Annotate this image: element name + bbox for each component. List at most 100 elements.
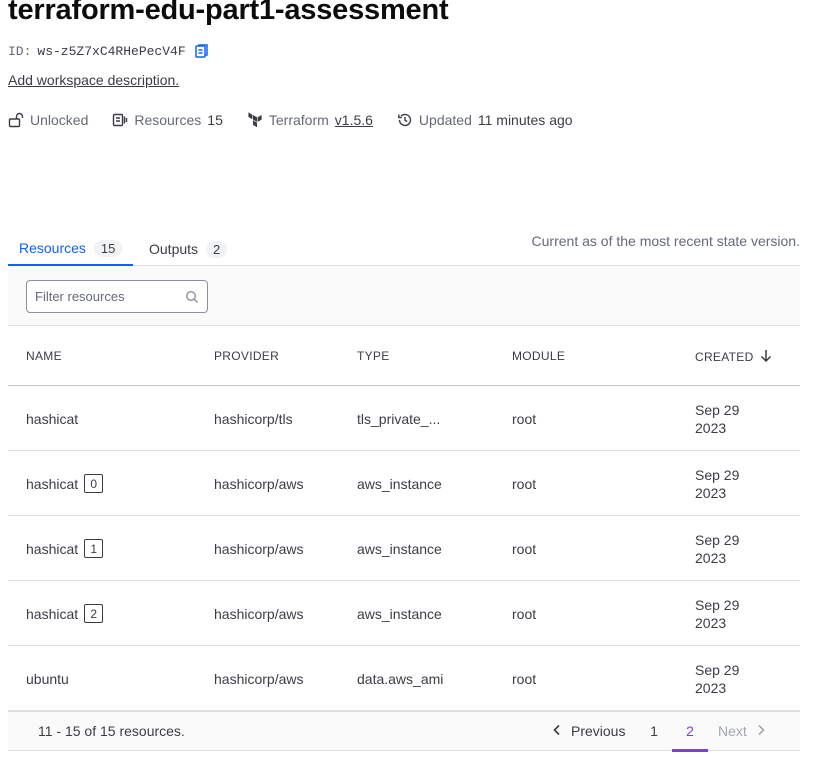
- tab-outputs[interactable]: Outputs 2: [138, 232, 238, 266]
- lock-status: Unlocked: [8, 112, 88, 128]
- pagination-summary: 11 - 15 of 15 resources.: [38, 723, 185, 739]
- tab-outputs-count: 2: [206, 240, 228, 258]
- resource-provider: hashicorp/aws: [214, 605, 304, 622]
- resource-created: Sep 29 2023: [695, 386, 755, 451]
- created-year: 2023: [695, 419, 727, 436]
- table-header: NAME PROVIDER TYPE MODULE CREATED: [8, 326, 800, 386]
- tab-resources-count: 15: [93, 239, 123, 257]
- page-2-button[interactable]: 2: [672, 723, 708, 752]
- column-header-created[interactable]: CREATED: [695, 349, 772, 365]
- resources-count-value: 15: [207, 112, 223, 128]
- updated-label: Updated: [418, 112, 472, 128]
- tab-resources[interactable]: Resources 15: [8, 232, 134, 267]
- previous-page-button[interactable]: Previous: [551, 723, 625, 739]
- resource-module: root: [512, 540, 537, 557]
- next-page-button[interactable]: Next: [718, 723, 767, 739]
- resource-name-cell: hashicat 0: [26, 451, 104, 516]
- chevron-left-icon: [551, 723, 563, 739]
- created-date: Sep 29: [695, 661, 740, 678]
- resource-type: aws_instance: [357, 605, 442, 622]
- resource-created: Sep 29 2023: [695, 646, 755, 711]
- column-header-provider[interactable]: PROVIDER: [214, 349, 279, 363]
- created-date: Sep 29: [695, 466, 740, 483]
- copy-icon[interactable]: [194, 43, 210, 59]
- created-year: 2023: [695, 549, 727, 566]
- search-icon: [185, 290, 199, 304]
- column-header-created-label: CREATED: [695, 350, 754, 364]
- tab-resources-label: Resources: [19, 240, 86, 256]
- resource-index-badge: 0: [84, 474, 104, 493]
- resources-label: Resources: [134, 112, 202, 128]
- resource-module: root: [512, 410, 537, 427]
- table-row[interactable]: hashicat 1 hashicorp/aws aws_instance ro…: [8, 516, 800, 581]
- resource-name: hashicat: [26, 605, 79, 622]
- tab-outputs-label: Outputs: [149, 241, 199, 257]
- resource-provider: hashicorp/aws: [214, 475, 304, 492]
- resource-module: root: [512, 605, 537, 622]
- resources-icon: [112, 112, 128, 128]
- page-1-button[interactable]: 1: [636, 723, 672, 739]
- resource-created: Sep 29 2023: [695, 451, 755, 516]
- created-date: Sep 29: [695, 531, 740, 548]
- resource-created: Sep 29 2023: [695, 516, 755, 581]
- created-date: Sep 29: [695, 596, 740, 613]
- add-description-link[interactable]: Add workspace description.: [8, 72, 179, 88]
- column-header-name[interactable]: NAME: [26, 349, 62, 363]
- resource-name-cell: ubuntu: [26, 646, 69, 711]
- resource-module: root: [512, 475, 537, 492]
- resource-name: hashicat: [26, 410, 79, 427]
- resource-index-badge: 2: [84, 604, 104, 623]
- workspace-id-value: ws-z5Z7xC4RHePecV4F: [37, 43, 186, 59]
- updated-time: Updated 11 minutes ago: [397, 112, 573, 128]
- state-version-note: Current as of the most recent state vers…: [531, 233, 800, 249]
- resource-name: hashicat: [26, 540, 79, 557]
- resource-type: aws_instance: [357, 540, 442, 557]
- terraform-version-link[interactable]: v1.5.6: [335, 112, 373, 128]
- filter-input-wrapper: [26, 280, 208, 313]
- resource-provider: hashicorp/aws: [214, 670, 304, 687]
- unlock-icon: [8, 112, 24, 128]
- next-page-label: Next: [718, 723, 747, 739]
- resource-type: aws_instance: [357, 475, 442, 492]
- resource-provider: hashicorp/aws: [214, 540, 304, 557]
- resource-type: data.aws_ami: [357, 670, 444, 687]
- column-header-module[interactable]: MODULE: [512, 349, 565, 363]
- arrow-down-icon: [760, 349, 772, 365]
- table-row[interactable]: ubuntu hashicorp/aws data.aws_ami root S…: [8, 646, 800, 711]
- pagination-bar: 11 - 15 of 15 resources. Previous 1 2 Ne…: [8, 711, 800, 752]
- table-row[interactable]: hashicat hashicorp/tls tls_private_... r…: [8, 386, 800, 451]
- history-icon: [397, 112, 413, 128]
- created-year: 2023: [695, 679, 727, 696]
- workspace-meta-row: Unlocked Resources 15 Terraform v1.5.6 U…: [8, 112, 597, 128]
- created-year: 2023: [695, 484, 727, 501]
- resource-module: root: [512, 670, 537, 687]
- terraform-version: Terraform v1.5.6: [247, 112, 373, 128]
- filter-resources-input[interactable]: [27, 281, 207, 312]
- previous-page-label: Previous: [571, 723, 626, 739]
- created-year: 2023: [695, 614, 727, 631]
- resource-index-badge: 1: [84, 539, 104, 558]
- resource-name: ubuntu: [26, 670, 69, 687]
- resource-name-cell: hashicat 2: [26, 581, 104, 646]
- terraform-logo-icon: [247, 112, 263, 128]
- resource-created: Sep 29 2023: [695, 581, 755, 646]
- resource-provider: hashicorp/tls: [214, 410, 293, 427]
- resource-name-cell: hashicat 1: [26, 516, 104, 581]
- column-header-type[interactable]: TYPE: [357, 349, 390, 363]
- table-row[interactable]: hashicat 2 hashicorp/aws aws_instance ro…: [8, 581, 800, 646]
- resource-name-cell: hashicat: [26, 386, 78, 451]
- lock-status-text: Unlocked: [30, 112, 89, 128]
- workspace-id-label: ID:: [8, 43, 32, 59]
- terraform-label: Terraform: [268, 112, 329, 128]
- workspace-id-row: ID: ws-z5Z7xC4RHePecV4F: [8, 43, 210, 59]
- resources-count: Resources 15: [112, 112, 223, 128]
- resource-type: tls_private_...: [357, 410, 441, 427]
- resource-name: hashicat: [26, 475, 79, 492]
- chevron-right-icon: [755, 723, 767, 739]
- table-row[interactable]: hashicat 0 hashicorp/aws aws_instance ro…: [8, 451, 800, 516]
- workspace-title: terraform-edu-part1-assessment: [8, 0, 449, 26]
- filter-bar: [8, 266, 800, 326]
- created-date: Sep 29: [695, 401, 740, 418]
- updated-value: 11 minutes ago: [477, 112, 573, 128]
- resources-table: NAME PROVIDER TYPE MODULE CREATED hashic…: [8, 326, 800, 711]
